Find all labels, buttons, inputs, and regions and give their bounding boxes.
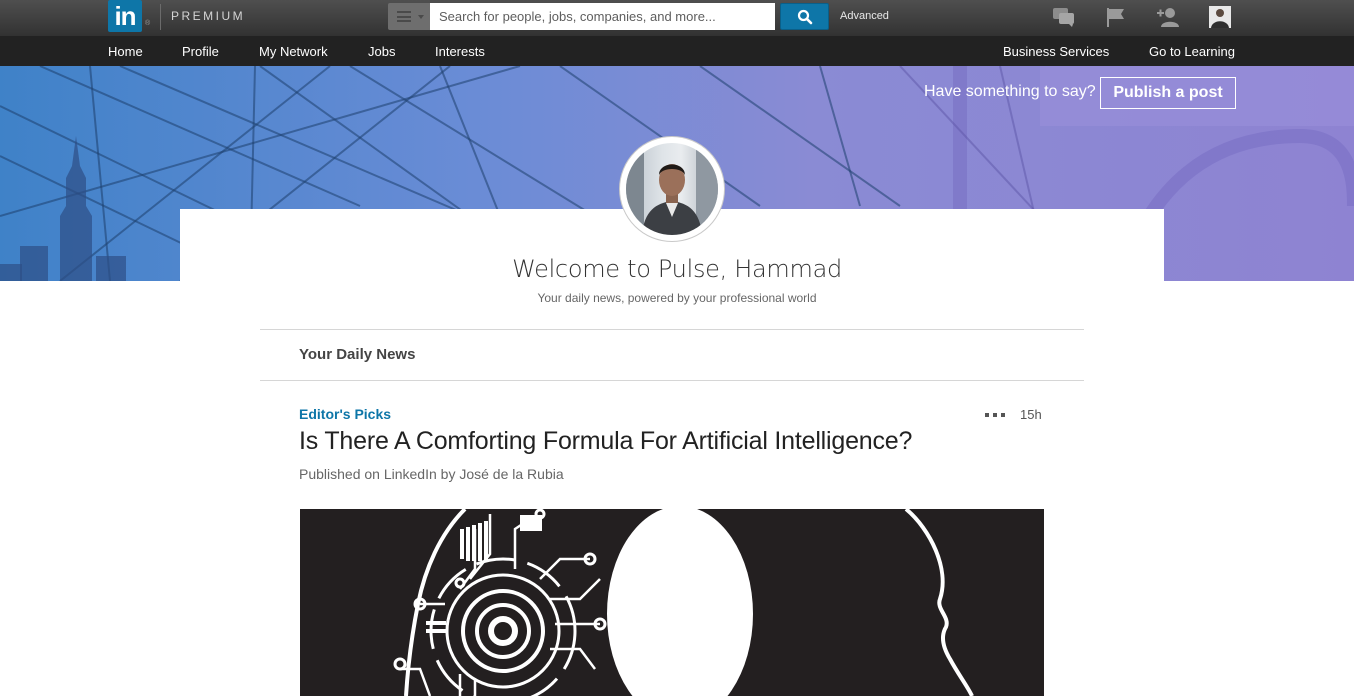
- welcome-subtitle: Your daily news, powered by your profess…: [537, 291, 817, 305]
- top-bar: in ® PREMIUM Advanced: [0, 0, 1354, 36]
- profile-photo-icon[interactable]: [1208, 6, 1232, 28]
- flag-icon[interactable]: [1104, 6, 1128, 28]
- divider-top: [260, 329, 1084, 330]
- chevron-down-icon: [418, 15, 424, 19]
- linkedin-logo[interactable]: in: [108, 0, 142, 32]
- nav-my-network[interactable]: My Network: [259, 44, 328, 59]
- logo-divider: [160, 4, 161, 30]
- article-category[interactable]: Editor's Picks: [299, 406, 391, 422]
- article-byline[interactable]: Published on LinkedIn by José de la Rubi…: [299, 466, 564, 482]
- search-category-dropdown[interactable]: [388, 3, 430, 30]
- publish-prompt: Have something to say?: [924, 83, 1096, 100]
- ai-head-circuit-illustration: [393, 509, 974, 696]
- article-image[interactable]: [300, 509, 1044, 696]
- search-button[interactable]: [780, 3, 829, 30]
- advanced-search-link[interactable]: Advanced: [840, 10, 889, 22]
- primary-nav: Home Profile My Network Jobs Interests B…: [0, 36, 1354, 66]
- premium-label[interactable]: PREMIUM: [171, 9, 245, 23]
- more-options-icon[interactable]: [985, 413, 1007, 418]
- nav-interests[interactable]: Interests: [435, 44, 485, 59]
- search-icon: [797, 9, 813, 25]
- user-avatar[interactable]: [626, 143, 718, 235]
- nav-go-to-learning[interactable]: Go to Learning: [1149, 44, 1235, 59]
- nav-home[interactable]: Home: [108, 44, 143, 59]
- nav-profile[interactable]: Profile: [182, 44, 219, 59]
- divider-bottom: [260, 380, 1084, 381]
- publish-post-button[interactable]: Publish a post: [1100, 77, 1236, 109]
- nav-jobs[interactable]: Jobs: [368, 44, 395, 59]
- add-connection-icon[interactable]: [1156, 6, 1180, 28]
- article-age: 15h: [1020, 407, 1042, 422]
- registered-mark: ®: [145, 20, 151, 27]
- welcome-title: Welcome to Pulse, Hammad: [512, 255, 842, 283]
- search-input[interactable]: [430, 3, 775, 30]
- user-portrait-icon: [626, 143, 718, 235]
- nav-business-services[interactable]: Business Services: [1003, 44, 1109, 59]
- section-title-daily-news: Your Daily News: [299, 346, 416, 363]
- menu-lines-icon: [397, 11, 411, 22]
- messages-icon[interactable]: [1052, 6, 1076, 28]
- article-title[interactable]: Is There A Comforting Formula For Artifi…: [299, 427, 912, 456]
